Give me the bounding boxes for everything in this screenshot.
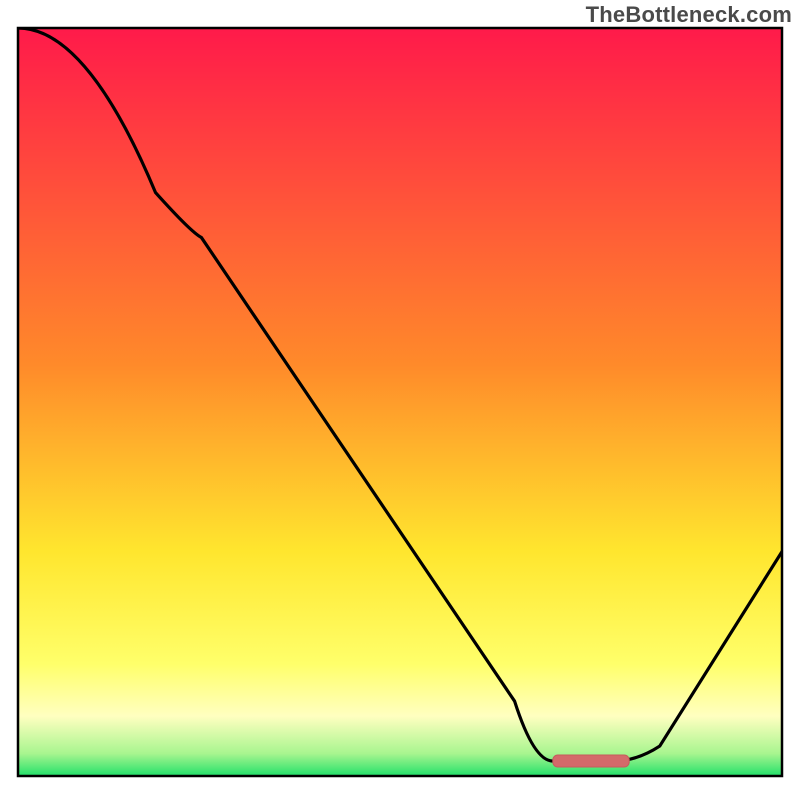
optimal-point-marker xyxy=(553,755,629,767)
chart-container: TheBottleneck.com xyxy=(0,0,800,800)
watermark-label: TheBottleneck.com xyxy=(586,2,792,28)
bottleneck-chart xyxy=(0,0,800,800)
